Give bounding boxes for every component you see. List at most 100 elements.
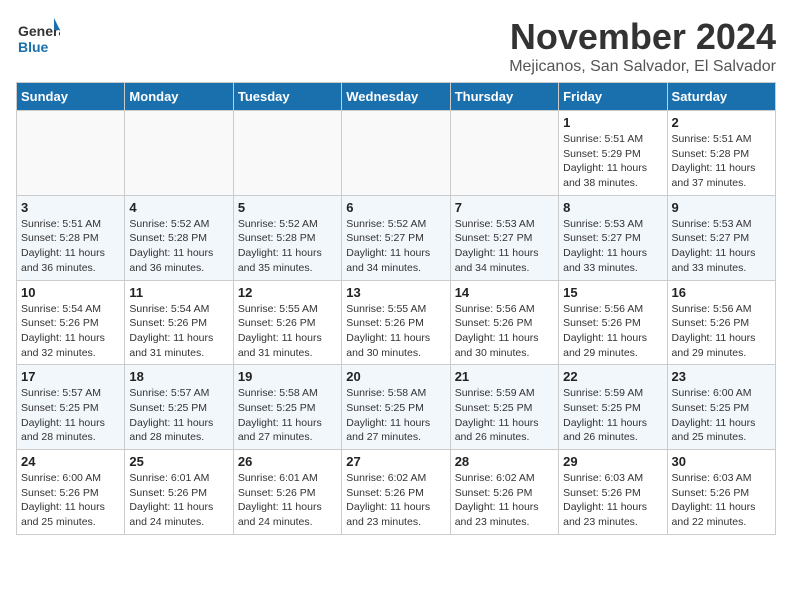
location-title: Mejicanos, San Salvador, El Salvador: [509, 58, 776, 76]
day-number: 25: [129, 454, 228, 469]
day-info: Sunrise: 5:58 AMSunset: 5:25 PMDaylight:…: [238, 386, 337, 445]
day-number: 13: [346, 285, 445, 300]
day-info: Sunrise: 5:52 AMSunset: 5:28 PMDaylight:…: [238, 217, 337, 276]
day-info: Sunrise: 5:55 AMSunset: 5:26 PMDaylight:…: [238, 302, 337, 361]
day-info: Sunrise: 6:01 AMSunset: 5:26 PMDaylight:…: [238, 471, 337, 530]
day-number: 1: [563, 115, 662, 130]
day-number: 9: [672, 200, 771, 215]
day-number: 11: [129, 285, 228, 300]
calendar-day-cell: [450, 111, 558, 196]
day-info: Sunrise: 5:55 AMSunset: 5:26 PMDaylight:…: [346, 302, 445, 361]
calendar-day-cell: 3 Sunrise: 5:51 AMSunset: 5:28 PMDaylight…: [17, 195, 125, 280]
day-info: Sunrise: 5:54 AMSunset: 5:26 PMDaylight:…: [129, 302, 228, 361]
calendar-day-cell: 27 Sunrise: 6:02 AMSunset: 5:26 PMDayligh…: [342, 450, 450, 535]
day-info: Sunrise: 5:57 AMSunset: 5:25 PMDaylight:…: [129, 386, 228, 445]
calendar-day-cell: 6Sunrise: 5:52 AMSunset: 5:27 PMDaylight…: [342, 195, 450, 280]
calendar-day-cell: 17 Sunrise: 5:57 AMSunset: 5:25 PMDayligh…: [17, 365, 125, 450]
calendar-day-cell: 25Sunrise: 6:01 AMSunset: 5:26 PMDayligh…: [125, 450, 233, 535]
calendar-day-cell: 11 Sunrise: 5:54 AMSunset: 5:26 PMDayligh…: [125, 280, 233, 365]
day-info: Sunrise: 5:58 AMSunset: 5:25 PMDaylight:…: [346, 386, 445, 445]
day-info: Sunrise: 6:03 AMSunset: 5:26 PMDaylight:…: [563, 471, 662, 530]
day-number: 15: [563, 285, 662, 300]
calendar-day-cell: 24Sunrise: 6:00 AMSunset: 5:26 PMDayligh…: [17, 450, 125, 535]
day-info: Sunrise: 5:53 AMSunset: 5:27 PMDaylight:…: [563, 217, 662, 276]
calendar-body: 1 Sunrise: 5:51 AMSunset: 5:29 PMDaylight…: [17, 111, 776, 535]
calendar-day-cell: 8 Sunrise: 5:53 AMSunset: 5:27 PMDaylight…: [559, 195, 667, 280]
calendar-day-cell: 5 Sunrise: 5:52 AMSunset: 5:28 PMDaylight…: [233, 195, 341, 280]
svg-text:Blue: Blue: [18, 39, 49, 55]
weekday-header-row: SundayMondayTuesdayWednesdayThursdayFrid…: [17, 83, 776, 111]
day-info: Sunrise: 6:03 AMSunset: 5:26 PMDaylight:…: [672, 471, 771, 530]
calendar-day-cell: 1 Sunrise: 5:51 AMSunset: 5:29 PMDaylight…: [559, 111, 667, 196]
calendar-day-cell: 20Sunrise: 5:58 AMSunset: 5:25 PMDayligh…: [342, 365, 450, 450]
calendar-day-cell: 23Sunrise: 6:00 AMSunset: 5:25 PMDayligh…: [667, 365, 775, 450]
day-info: Sunrise: 6:02 AMSunset: 5:26 PMDaylight:…: [346, 471, 445, 530]
calendar-day-cell: 9 Sunrise: 5:53 AMSunset: 5:27 PMDaylight…: [667, 195, 775, 280]
calendar-week-row: 10 Sunrise: 5:54 AMSunset: 5:26 PMDayligh…: [17, 280, 776, 365]
header: General Blue November 2024 Mejicanos, Sa…: [16, 16, 776, 76]
calendar-day-cell: 22 Sunrise: 5:59 AMSunset: 5:25 PMDayligh…: [559, 365, 667, 450]
day-number: 2: [672, 115, 771, 130]
day-number: 7: [455, 200, 554, 215]
calendar-day-cell: 30 Sunrise: 6:03 AMSunset: 5:26 PMDayligh…: [667, 450, 775, 535]
calendar-day-cell: 29 Sunrise: 6:03 AMSunset: 5:26 PMDayligh…: [559, 450, 667, 535]
day-info: Sunrise: 6:00 AMSunset: 5:26 PMDaylight:…: [21, 471, 120, 530]
weekday-header-cell: Wednesday: [342, 83, 450, 111]
day-number: 3: [21, 200, 120, 215]
day-number: 27: [346, 454, 445, 469]
day-info: Sunrise: 5:53 AMSunset: 5:27 PMDaylight:…: [455, 217, 554, 276]
day-info: Sunrise: 5:57 AMSunset: 5:25 PMDaylight:…: [21, 386, 120, 445]
day-info: Sunrise: 5:52 AMSunset: 5:27 PMDaylight:…: [346, 217, 445, 276]
day-number: 17: [21, 369, 120, 384]
day-number: 26: [238, 454, 337, 469]
day-info: Sunrise: 5:56 AMSunset: 5:26 PMDaylight:…: [672, 302, 771, 361]
day-info: Sunrise: 5:51 AMSunset: 5:29 PMDaylight:…: [563, 132, 662, 191]
logo-container: General Blue: [16, 16, 60, 60]
day-info: Sunrise: 5:56 AMSunset: 5:26 PMDaylight:…: [455, 302, 554, 361]
calendar-day-cell: 12 Sunrise: 5:55 AMSunset: 5:26 PMDayligh…: [233, 280, 341, 365]
calendar-day-cell: 26 Sunrise: 6:01 AMSunset: 5:26 PMDayligh…: [233, 450, 341, 535]
calendar-day-cell: [125, 111, 233, 196]
calendar-day-cell: [233, 111, 341, 196]
calendar-day-cell: 16 Sunrise: 5:56 AMSunset: 5:26 PMDayligh…: [667, 280, 775, 365]
day-info: Sunrise: 5:56 AMSunset: 5:26 PMDaylight:…: [563, 302, 662, 361]
day-number: 16: [672, 285, 771, 300]
logo: General Blue: [16, 16, 60, 60]
calendar-day-cell: 18 Sunrise: 5:57 AMSunset: 5:25 PMDayligh…: [125, 365, 233, 450]
calendar-week-row: 24Sunrise: 6:00 AMSunset: 5:26 PMDayligh…: [17, 450, 776, 535]
calendar-day-cell: 10 Sunrise: 5:54 AMSunset: 5:26 PMDayligh…: [17, 280, 125, 365]
calendar-week-row: 3 Sunrise: 5:51 AMSunset: 5:28 PMDaylight…: [17, 195, 776, 280]
calendar-day-cell: 2Sunrise: 5:51 AMSunset: 5:28 PMDaylight…: [667, 111, 775, 196]
calendar-day-cell: [342, 111, 450, 196]
calendar-day-cell: 19 Sunrise: 5:58 AMSunset: 5:25 PMDayligh…: [233, 365, 341, 450]
day-number: 18: [129, 369, 228, 384]
title-area: November 2024 Mejicanos, San Salvador, E…: [509, 16, 776, 76]
weekday-header-cell: Friday: [559, 83, 667, 111]
day-info: Sunrise: 5:54 AMSunset: 5:26 PMDaylight:…: [21, 302, 120, 361]
calendar-week-row: 17 Sunrise: 5:57 AMSunset: 5:25 PMDayligh…: [17, 365, 776, 450]
svg-text:General: General: [18, 23, 60, 39]
day-number: 5: [238, 200, 337, 215]
day-info: Sunrise: 5:59 AMSunset: 5:25 PMDaylight:…: [563, 386, 662, 445]
day-number: 22: [563, 369, 662, 384]
day-number: 4: [129, 200, 228, 215]
day-number: 29: [563, 454, 662, 469]
calendar-day-cell: [17, 111, 125, 196]
day-number: 30: [672, 454, 771, 469]
day-info: Sunrise: 6:00 AMSunset: 5:25 PMDaylight:…: [672, 386, 771, 445]
logo-icon: General Blue: [16, 16, 60, 60]
day-info: Sunrise: 5:59 AMSunset: 5:25 PMDaylight:…: [455, 386, 554, 445]
weekday-header-cell: Sunday: [17, 83, 125, 111]
day-number: 12: [238, 285, 337, 300]
weekday-header-cell: Thursday: [450, 83, 558, 111]
calendar-day-cell: 15 Sunrise: 5:56 AMSunset: 5:26 PMDayligh…: [559, 280, 667, 365]
day-info: Sunrise: 6:02 AMSunset: 5:26 PMDaylight:…: [455, 471, 554, 530]
day-number: 19: [238, 369, 337, 384]
day-number: 8: [563, 200, 662, 215]
day-info: Sunrise: 5:51 AMSunset: 5:28 PMDaylight:…: [21, 217, 120, 276]
day-number: 10: [21, 285, 120, 300]
day-info: Sunrise: 5:53 AMSunset: 5:27 PMDaylight:…: [672, 217, 771, 276]
month-title: November 2024: [509, 16, 776, 58]
calendar-day-cell: 14Sunrise: 5:56 AMSunset: 5:26 PMDayligh…: [450, 280, 558, 365]
calendar-day-cell: 28Sunrise: 6:02 AMSunset: 5:26 PMDayligh…: [450, 450, 558, 535]
